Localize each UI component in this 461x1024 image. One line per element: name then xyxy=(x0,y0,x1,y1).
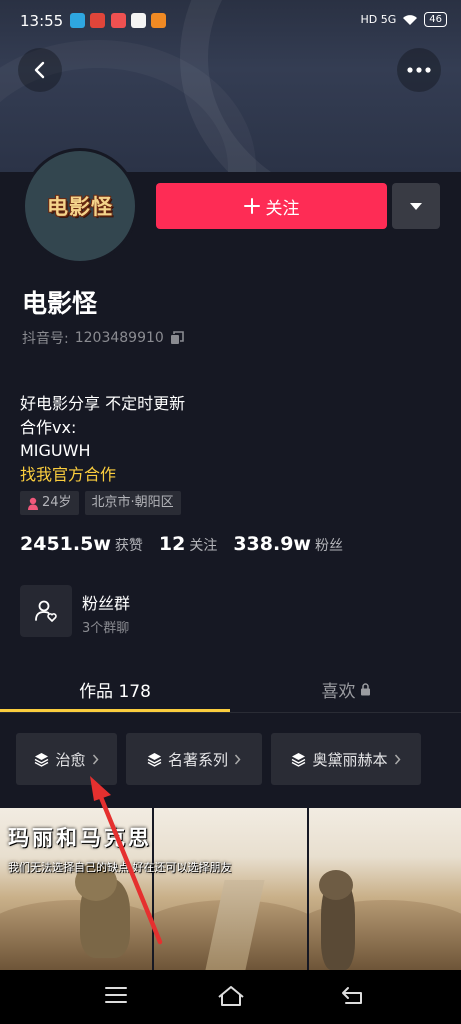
collection-label: 奥黛丽赫本 xyxy=(312,750,388,769)
bio-line: MIGUWH xyxy=(20,441,91,460)
telegram-icon xyxy=(70,13,85,28)
fan-group-title[interactable]: 粉丝群 xyxy=(82,590,130,614)
app-notification-icon xyxy=(111,13,126,28)
app-notification-icon xyxy=(151,13,166,28)
likes-label: 获赞 xyxy=(114,538,143,554)
collection-label: 名著系列 xyxy=(167,750,228,769)
following-label: 关注 xyxy=(189,538,218,554)
avatar-logo-text: 电影怪 xyxy=(47,195,113,219)
system-navigation-bar xyxy=(0,970,461,1024)
chevron-left-icon xyxy=(34,61,45,79)
profile-stats: 2451.5w 获赞 12 关注 338.9w 粉丝 xyxy=(20,533,359,555)
fan-group-subtitle: 3个群聊 xyxy=(82,621,130,636)
status-indicators: HD 5G 46 xyxy=(360,12,447,27)
fans-label: 粉丝 xyxy=(314,538,343,554)
fans-stat[interactable]: 338.9w 粉丝 xyxy=(233,533,343,555)
official-cooperation-link[interactable]: 找我官方合作 xyxy=(20,463,185,487)
wifi-icon xyxy=(403,14,418,25)
tab-works[interactable]: 作品 178 xyxy=(0,666,230,712)
profile-bio: 好电影分享 不定时更新 合作vx: MIGUWH 找我官方合作 xyxy=(20,392,185,486)
collection-chip-audrey-hepburn[interactable]: 奥黛丽赫本 xyxy=(271,733,421,785)
follow-button[interactable]: 关注 xyxy=(156,183,387,229)
profile-name: 电影怪 xyxy=(22,289,98,318)
douyin-id-value: 1203489910 xyxy=(74,330,164,346)
following-stat[interactable]: 12 关注 xyxy=(159,533,217,555)
lock-icon xyxy=(360,682,370,695)
bio-line: 好电影分享 不定时更新 xyxy=(20,394,186,413)
video-thumbnail[interactable] xyxy=(308,808,461,970)
group-heart-icon xyxy=(35,600,57,622)
tab-divider xyxy=(0,712,461,713)
copy-icon[interactable] xyxy=(170,331,184,345)
fan-group-button[interactable] xyxy=(20,585,72,637)
status-time: 13:55 xyxy=(20,12,64,30)
status-bar: 13:55 HD 5G 46 xyxy=(0,0,461,44)
layers-icon xyxy=(35,752,49,767)
mail-icon xyxy=(131,13,146,28)
battery-icon: 46 xyxy=(424,12,447,27)
layers-icon xyxy=(292,752,306,767)
tab-works-label: 作品 178 xyxy=(79,681,151,702)
tab-likes[interactable]: 喜欢 xyxy=(231,666,461,712)
caret-down-icon xyxy=(410,202,422,210)
chevron-right-icon xyxy=(92,754,99,764)
location-tag: 北京市·朝阳区 xyxy=(84,491,181,515)
home-icon[interactable] xyxy=(216,984,246,1008)
female-icon xyxy=(28,497,38,510)
more-button[interactable] xyxy=(397,48,441,92)
likes-count: 2451.5w xyxy=(20,533,111,555)
chevron-right-icon xyxy=(234,754,241,764)
app-notification-icon xyxy=(90,13,105,28)
likes-stat: 2451.5w 获赞 xyxy=(20,533,143,555)
fans-count: 338.9w xyxy=(233,533,311,555)
age-tag: 24岁 xyxy=(20,491,79,515)
collection-chip-classics[interactable]: 名著系列 xyxy=(126,733,262,785)
video-title-overlay: 玛丽和马克思 xyxy=(8,826,152,850)
chevron-right-icon xyxy=(394,754,401,764)
douyin-id-row: 抖音号: 1203489910 xyxy=(22,328,184,348)
following-count: 12 xyxy=(158,533,186,555)
avatar[interactable]: 电影怪 xyxy=(22,148,138,264)
plus-icon xyxy=(243,198,260,214)
bio-line: 合作vx: xyxy=(20,417,77,437)
video-subtitle-overlay: 我们无法选择自己的缺点 好在还可以选择朋友 xyxy=(8,861,232,874)
video-thumbnail[interactable] xyxy=(154,808,307,970)
profile-tags: 24岁 北京市·朝阳区 xyxy=(20,491,181,515)
profile-tabs: 作品 178 喜欢 xyxy=(0,666,461,714)
follow-label: 关注 xyxy=(265,198,300,219)
more-dots-icon xyxy=(407,67,431,73)
back-nav-icon[interactable] xyxy=(340,984,364,1006)
network-label: HD 5G xyxy=(360,13,397,26)
age-label: 24岁 xyxy=(42,495,72,510)
layers-icon xyxy=(147,752,162,767)
collection-chip-healing[interactable]: 治愈 xyxy=(16,733,117,785)
tab-likes-label: 喜欢 xyxy=(321,681,356,702)
collection-label: 治愈 xyxy=(55,750,86,769)
douyin-id-label: 抖音号: xyxy=(22,331,69,347)
thumbnail-figure xyxy=(318,870,353,900)
menu-icon[interactable] xyxy=(104,984,128,1006)
recommend-dropdown-button[interactable] xyxy=(392,183,440,229)
back-button[interactable] xyxy=(18,48,62,92)
